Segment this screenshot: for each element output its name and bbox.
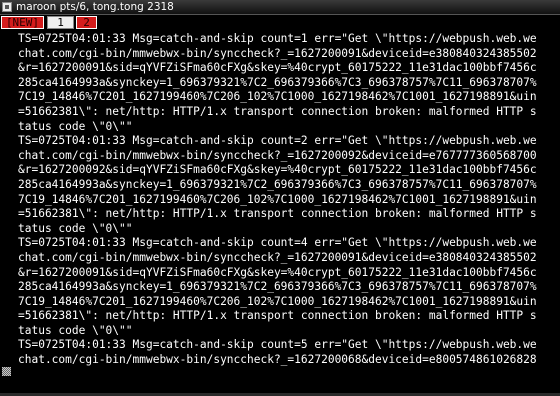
tab-new[interactable]: [NEW]	[1, 16, 44, 29]
terminal-line: tatus code \"0\""	[18, 221, 133, 235]
terminal-line: TS=0725T04:01:33 Msg=catch-and-skip coun…	[18, 134, 537, 148]
terminal-line: tatus code \"0\""	[18, 323, 133, 337]
tab-2[interactable]: 2	[76, 16, 97, 29]
terminal-line: chat.com/cgi-bin/mmwebwx-bin/synccheck?_…	[18, 250, 537, 264]
terminal-line: =51662381\": net/http: HTTP/1.x transpor…	[18, 309, 537, 323]
tab-1[interactable]: 1	[47, 16, 74, 29]
terminal-line: 285ca4164993a&synckey=1_696379321%7C2_69…	[18, 280, 537, 294]
terminal-line: &r=1627200091&sid=qYVFZiSFma60cFXg&skey=…	[18, 61, 537, 75]
terminal-line: =51662381\": net/http: HTTP/1.x transpor…	[18, 207, 537, 221]
terminal-line: =51662381\": net/http: HTTP/1.x transpor…	[18, 104, 537, 118]
terminal-line: TS=0725T04:01:33 Msg=catch-and-skip coun…	[18, 32, 537, 45]
terminal-line: chat.com/cgi-bin/mmwebwx-bin/synccheck?_…	[18, 353, 537, 367]
terminal-line: TS=0725T04:01:33 Msg=catch-and-skip coun…	[18, 338, 537, 352]
tab-bar: [NEW] 1 2	[0, 15, 560, 30]
terminal-output[interactable]: TS=0725T04:01:33 Msg=catch-and-skip coun…	[18, 32, 558, 380]
terminal-line: 285ca4164993a&synckey=1_696379321%7C2_69…	[18, 177, 537, 191]
terminal-line: 7C19_14846%7C201_1627199460%7C206_102%7C…	[18, 90, 537, 104]
window-titlebar[interactable]: maroon pts/6, tong.tong 2318	[0, 0, 560, 15]
terminal-line: &r=1627200092&sid=qYVFZiSFma60cFXg&skey=…	[18, 163, 537, 177]
terminal-line: tatus code \"0\""	[18, 119, 133, 133]
terminal-line: TS=0725T04:01:33 Msg=catch-and-skip coun…	[18, 236, 537, 250]
terminal-line: 285ca4164993a&synckey=1_696379321%7C2_69…	[18, 75, 537, 89]
terminal-line: chat.com/cgi-bin/mmwebwx-bin/synccheck?_…	[18, 46, 537, 60]
terminal-line: &r=1627200091&sid=qYVFZiSFma60cFXg&skey=…	[18, 265, 537, 279]
terminal-line: 7C19_14846%7C201_1627199460%7C206_102%7C…	[18, 294, 537, 308]
scrollbar-thumb[interactable]	[2, 367, 11, 376]
window-title: maroon pts/6, tong.tong 2318	[16, 1, 174, 13]
terminal-line: 7C19_14846%7C201_1627199460%7C206_102%7C…	[18, 192, 537, 206]
terminal-line: chat.com/cgi-bin/mmwebwx-bin/synccheck?_…	[18, 148, 537, 162]
window-menu-icon[interactable]	[2, 2, 12, 12]
